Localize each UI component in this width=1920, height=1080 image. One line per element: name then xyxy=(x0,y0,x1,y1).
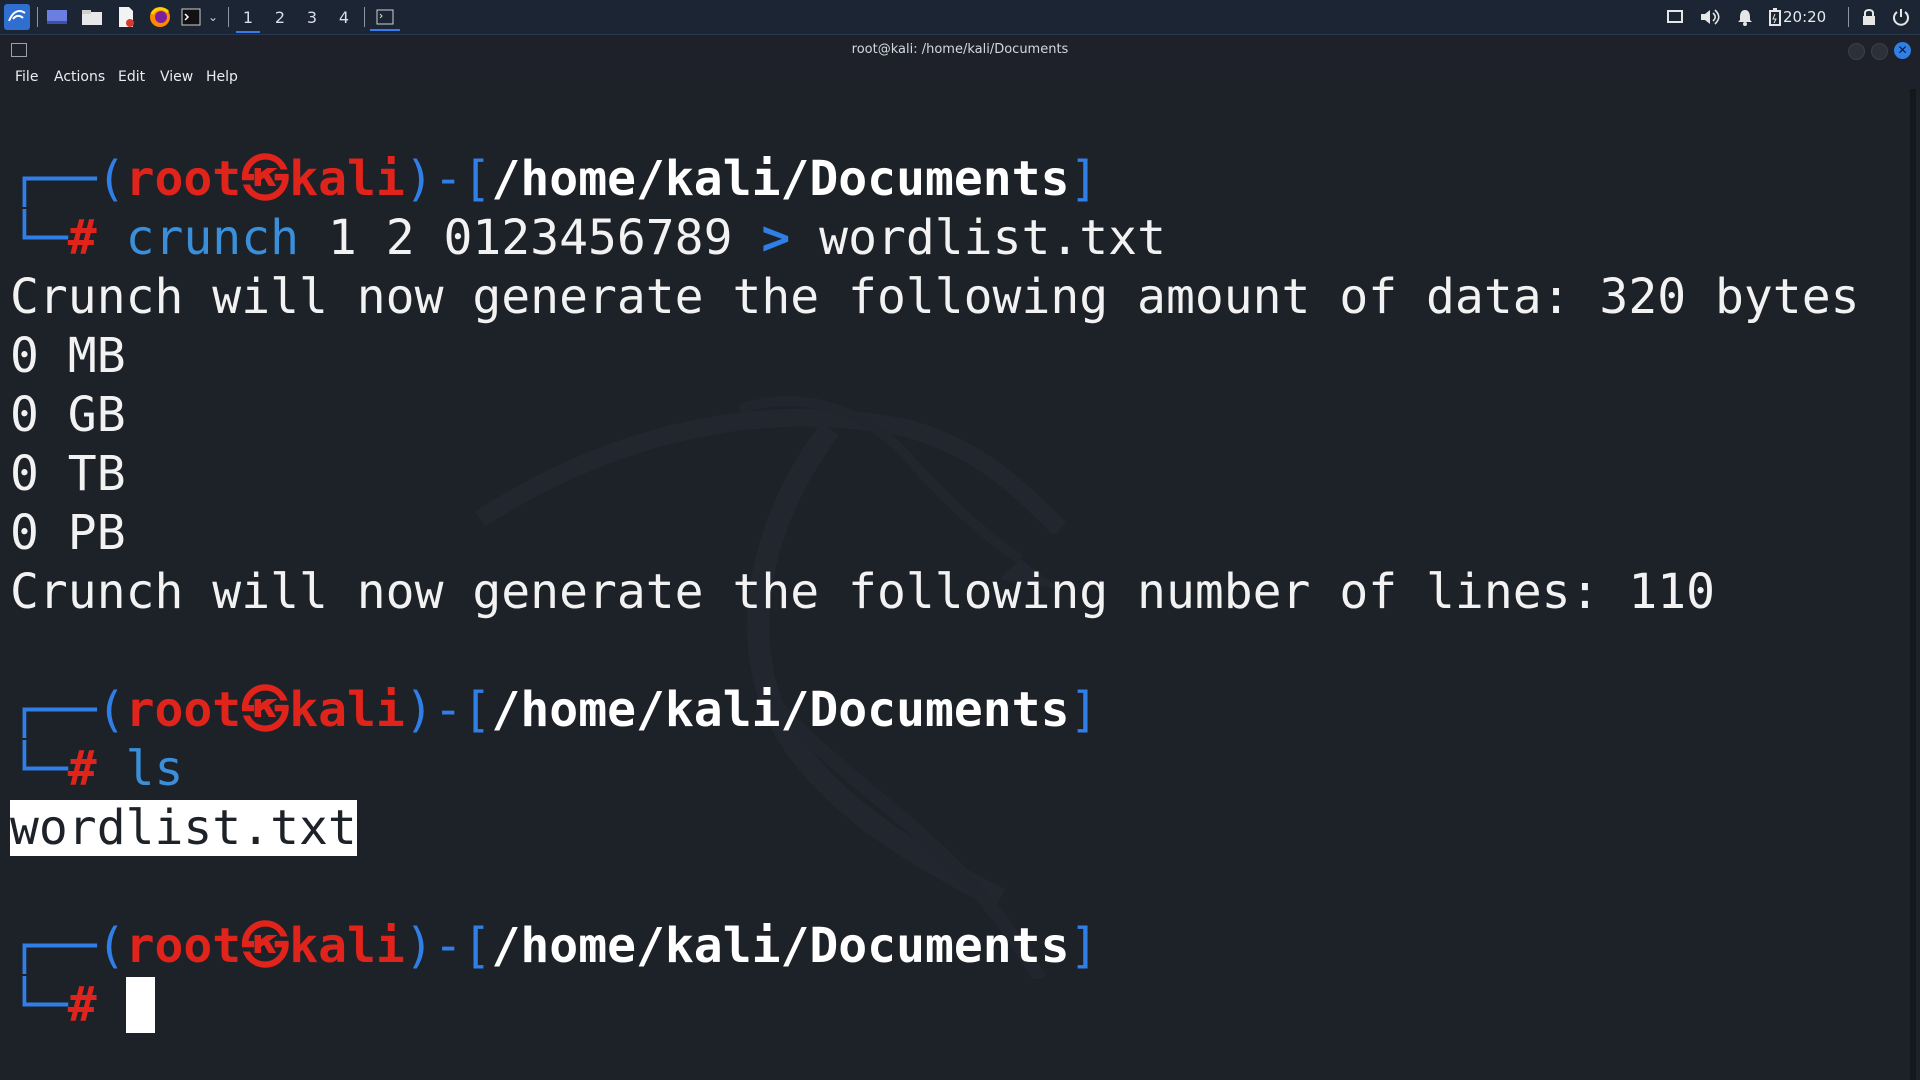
lock-icon[interactable] xyxy=(1858,5,1880,29)
desktop-icon[interactable] xyxy=(45,5,69,29)
terminal-icon[interactable] xyxy=(180,5,202,29)
output-line: Crunch will now generate the following a… xyxy=(10,269,1860,325)
output-line: 0 TB xyxy=(10,446,126,502)
text-cursor xyxy=(125,977,155,1033)
top-panel: ⌄ 1 2 3 4 20:20 xyxy=(0,0,1920,35)
scrollbar[interactable] xyxy=(1910,89,1916,1080)
prompt-line-1: ┌──(root㉿kali)-[/home/kali/Documents] xyxy=(10,151,1099,207)
battery-icon[interactable] xyxy=(1768,5,1782,29)
command-line-1: └─# crunch 1 2 0123456789 > wordlist.txt xyxy=(10,210,1166,266)
workspace-4[interactable]: 4 xyxy=(330,5,358,29)
minimize-button[interactable] xyxy=(1848,43,1865,60)
menu-view[interactable]: View xyxy=(160,67,193,87)
menu-actions[interactable]: Actions xyxy=(54,67,105,87)
menu-bar: File Actions Edit View Help xyxy=(0,65,1920,89)
workspace-2[interactable]: 2 xyxy=(266,5,294,29)
menu-help[interactable]: Help xyxy=(206,67,238,87)
close-button[interactable]: ✕ xyxy=(1894,42,1911,59)
output-line: 0 PB xyxy=(10,505,126,561)
command-line-3[interactable]: └─# xyxy=(10,976,155,1034)
window-titlebar[interactable]: root@kali: /home/kali/Documents ✕ xyxy=(0,35,1920,65)
terminal-area[interactable]: ┌──(root㉿kali)-[/home/kali/Documents] └─… xyxy=(0,89,1920,1080)
output-line: 0 GB xyxy=(10,387,126,443)
selected-filename[interactable]: wordlist.txt xyxy=(10,800,357,856)
firefox-icon[interactable] xyxy=(148,5,172,29)
output-line: 0 MB xyxy=(10,328,126,384)
kali-dragon-watermark xyxy=(475,396,1067,979)
notification-bell-icon[interactable] xyxy=(1734,5,1756,29)
prompt-line-3: ┌──(root㉿kali)-[/home/kali/Documents] xyxy=(10,918,1099,974)
dropdown-icon[interactable]: ⌄ xyxy=(206,5,220,29)
maximize-button[interactable] xyxy=(1871,43,1888,60)
output-line: Crunch will now generate the following n… xyxy=(10,564,1716,620)
ls-output[interactable]: wordlist.txt xyxy=(10,799,357,857)
display-icon[interactable] xyxy=(1664,5,1686,29)
prompt-line-2: ┌──(root㉿kali)-[/home/kali/Documents] xyxy=(10,682,1099,738)
kali-menu-icon[interactable] xyxy=(4,4,30,30)
menu-file[interactable]: File xyxy=(15,67,38,87)
power-icon[interactable] xyxy=(1890,5,1912,29)
text-editor-icon[interactable] xyxy=(114,5,138,29)
clock[interactable]: 20:20 xyxy=(1783,5,1826,29)
window-title: root@kali: /home/kali/Documents xyxy=(851,42,1069,57)
workspace-1[interactable]: 1 xyxy=(234,5,262,33)
command-line-2: └─# ls xyxy=(10,741,184,797)
file-manager-icon[interactable] xyxy=(80,5,104,29)
terminal-window-icon[interactable] xyxy=(370,5,400,31)
workspace-3[interactable]: 3 xyxy=(298,5,326,29)
volume-icon[interactable] xyxy=(1698,5,1722,29)
menu-edit[interactable]: Edit xyxy=(118,67,145,87)
